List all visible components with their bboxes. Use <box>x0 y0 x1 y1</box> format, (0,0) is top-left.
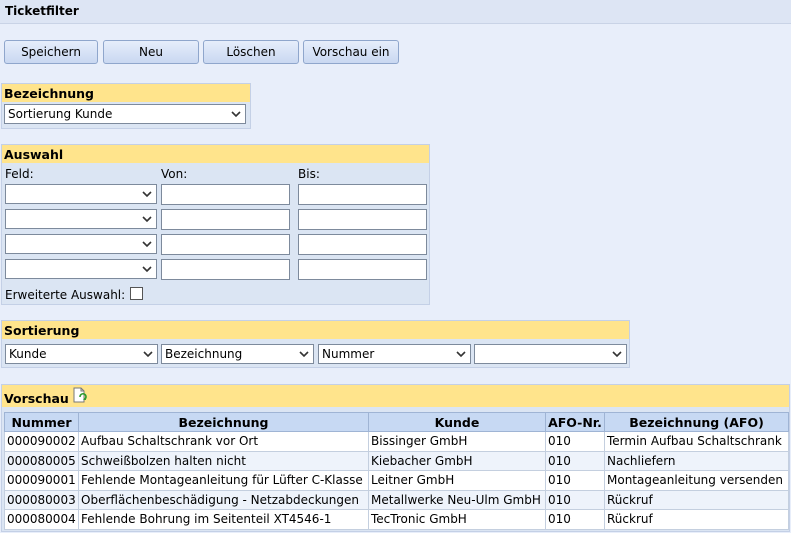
cell-afo-nr: 010 <box>545 509 605 530</box>
cell-bezeichnung: Schweißbolzen halten nicht <box>78 450 369 471</box>
window-titlebar: Ticketfilter <box>0 0 791 24</box>
table-header-row: Nummer Bezeichnung Kunde AFO-Nr. Bezeich… <box>4 412 789 432</box>
save-button[interactable]: Speichern <box>4 40 98 64</box>
chevron-down-icon <box>142 241 152 248</box>
chevron-down-icon <box>299 351 309 358</box>
auswahl-von-input-2[interactable] <box>161 209 290 230</box>
cell-nummer: 000090001 <box>4 470 79 491</box>
sort-field-value-2: Bezeichnung <box>165 347 243 361</box>
sort-field-select-4[interactable] <box>474 344 627 364</box>
cell-afo-nr: 010 <box>545 470 605 491</box>
chevron-down-icon <box>142 266 152 273</box>
chevron-down-icon <box>142 191 152 198</box>
bezeichnung-heading: Bezeichnung <box>2 84 250 102</box>
column-header-bezeichnung-afo[interactable]: Bezeichnung (AFO) <box>604 412 789 432</box>
auswahl-von-input-3[interactable] <box>161 234 290 255</box>
auswahl-bis-input-2[interactable] <box>298 209 427 230</box>
cell-kunde: TecTronic GmbH <box>368 509 546 530</box>
sort-field-value-1: Kunde <box>9 347 47 361</box>
von-column-label: Von: <box>161 167 188 181</box>
table-row[interactable]: 000080004 Fehlende Bohrung im Seitenteil… <box>4 509 789 530</box>
cell-bezeichnung: Oberflächenbeschädigung - Netzabdeckunge… <box>78 489 369 510</box>
vorschau-header: Vorschau <box>2 385 789 407</box>
cell-afo-nr: 010 <box>545 450 605 471</box>
cell-nummer: 000090002 <box>4 431 79 452</box>
refresh-document-icon[interactable] <box>72 387 88 403</box>
chevron-down-icon <box>231 111 241 118</box>
cell-kunde: Leitner GmbH <box>368 470 546 491</box>
window-title: Ticketfilter <box>5 4 79 18</box>
auswahl-feld-select-4[interactable] <box>5 259 157 279</box>
cell-bezeichnung: Fehlende Montageanleitung für Lüfter C-K… <box>78 470 369 491</box>
table-row[interactable]: 000090002 Aufbau Schaltschrank vor Ort B… <box>4 431 789 452</box>
cell-bezeichnung: Aufbau Schaltschrank vor Ort <box>78 431 369 452</box>
new-button[interactable]: Neu <box>103 40 199 64</box>
sortierung-heading: Sortierung <box>2 321 629 339</box>
auswahl-von-input-1[interactable] <box>161 184 290 205</box>
table-row[interactable]: 000090001 Fehlende Montageanleitung für … <box>4 470 789 491</box>
table-row[interactable]: 000080003 Oberflächenbeschädigung - Netz… <box>4 489 789 510</box>
cell-afo-nr: 010 <box>545 489 605 510</box>
preview-toggle-button[interactable]: Vorschau ein <box>303 40 399 64</box>
cell-bezeichnung-afo: Nachliefern <box>604 450 789 471</box>
sort-field-select-3[interactable]: Nummer <box>318 344 471 364</box>
auswahl-feld-select-1[interactable] <box>5 184 157 204</box>
bis-column-label: Bis: <box>298 167 320 181</box>
column-header-afo-nr[interactable]: AFO-Nr. <box>545 412 605 432</box>
auswahl-bis-input-4[interactable] <box>298 259 427 280</box>
sort-field-select-2[interactable]: Bezeichnung <box>161 344 314 364</box>
sort-field-select-1[interactable]: Kunde <box>5 344 158 364</box>
extended-selection-checkbox[interactable] <box>130 287 143 300</box>
auswahl-panel: Auswahl Feld: Von: Bis: Erweiterte Auswa… <box>1 144 430 305</box>
chevron-down-icon <box>142 216 152 223</box>
sortierung-panel: Sortierung Kunde Bezeichnung Nummer <box>1 320 630 368</box>
cell-kunde: Bissinger GmbH <box>368 431 546 452</box>
chevron-down-icon <box>456 351 466 358</box>
preview-table: Nummer Bezeichnung Kunde AFO-Nr. Bezeich… <box>4 412 789 530</box>
cell-bezeichnung: Fehlende Bohrung im Seitenteil XT4546-1 <box>78 509 369 530</box>
cell-bezeichnung-afo: Rückruf <box>604 489 789 510</box>
auswahl-bis-input-1[interactable] <box>298 184 427 205</box>
feld-column-label: Feld: <box>5 167 34 181</box>
column-header-nummer[interactable]: Nummer <box>4 412 79 432</box>
cell-afo-nr: 010 <box>545 431 605 452</box>
auswahl-feld-select-3[interactable] <box>5 234 157 254</box>
cell-bezeichnung-afo: Termin Aufbau Schaltschrank <box>604 431 789 452</box>
extended-selection-label: Erweiterte Auswahl: <box>5 288 126 302</box>
cell-nummer: 000080005 <box>4 450 79 471</box>
auswahl-heading: Auswahl <box>2 145 429 163</box>
cell-kunde: Kiebacher GmbH <box>368 450 546 471</box>
column-header-bezeichnung[interactable]: Bezeichnung <box>78 412 369 432</box>
cell-kunde: Metallwerke Neu-Ulm GmbH <box>368 489 546 510</box>
bezeichnung-select[interactable]: Sortierung Kunde <box>4 104 246 124</box>
auswahl-bis-input-3[interactable] <box>298 234 427 255</box>
auswahl-von-input-4[interactable] <box>161 259 290 280</box>
cell-bezeichnung-afo: Montageanleitung versenden <box>604 470 789 491</box>
cell-nummer: 000080004 <box>4 509 79 530</box>
chevron-down-icon <box>143 351 153 358</box>
column-header-kunde[interactable]: Kunde <box>368 412 546 432</box>
delete-button[interactable]: Löschen <box>203 40 299 64</box>
table-row[interactable]: 000080005 Schweißbolzen halten nicht Kie… <box>4 450 789 471</box>
chevron-down-icon <box>612 351 622 358</box>
auswahl-feld-select-2[interactable] <box>5 209 157 229</box>
sort-field-value-3: Nummer <box>322 347 375 361</box>
bezeichnung-select-value: Sortierung Kunde <box>8 107 113 121</box>
bezeichnung-panel: Bezeichnung Sortierung Kunde <box>1 83 251 129</box>
cell-bezeichnung-afo: Rückruf <box>604 509 789 530</box>
cell-nummer: 000080003 <box>4 489 79 510</box>
vorschau-heading: Vorschau <box>4 391 69 406</box>
